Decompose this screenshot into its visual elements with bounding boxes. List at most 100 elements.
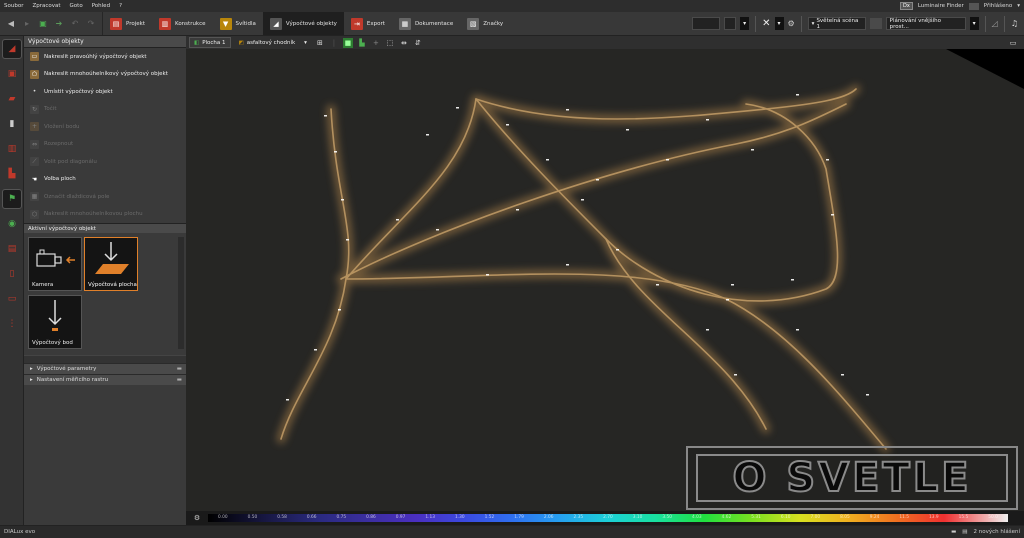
menu-help[interactable]: ?	[119, 3, 122, 9]
rect-icon: ▭	[30, 52, 39, 62]
save-icon[interactable]: ▣	[38, 19, 48, 29]
tile-calc-point-label: Výpočtový bod	[32, 340, 73, 346]
tab-documentation[interactable]: ▦ Dokumentace	[392, 12, 460, 35]
gear-icon[interactable]: ⚙	[788, 19, 795, 28]
surface-tab[interactable]: ◧ Plocha 1	[189, 37, 231, 48]
diagonal-icon: ⟋	[30, 157, 39, 167]
planning-mode-select[interactable]: Plánování vnějšího prost...	[885, 17, 966, 30]
chevron-down-icon[interactable]: ▾	[969, 17, 979, 30]
menu-file[interactable]: Soubor	[4, 3, 23, 9]
tile-calc-surface-label: Výpočtová plocha	[88, 282, 137, 288]
status-bar: DIALux evo ▬ ▤ 2 nových hlášení	[0, 525, 1024, 538]
plus-icon[interactable]: +	[371, 38, 381, 48]
left-icon-bar: ◢ ▣ ▰ ▮ ▥ ▙ ⚑ ◉ ▤ ▯ ▭ ⋮	[0, 36, 24, 525]
undo-icon[interactable]: ↶	[70, 19, 80, 29]
messages-icon[interactable]: ▤	[962, 529, 967, 535]
grid-icon[interactable]: ⊞	[315, 38, 325, 48]
cube-icon[interactable]: ▣	[3, 65, 21, 83]
tab-construction[interactable]: ▥ Konstrukce	[152, 12, 213, 35]
legend-tick: 0.86	[366, 515, 376, 520]
tab-project[interactable]: ▤ Projekt	[103, 12, 152, 35]
back-icon[interactable]: ◀	[6, 19, 16, 29]
menu-edit[interactable]: Zpracovat	[32, 3, 60, 9]
panel-title: Výpočtové objekty	[24, 36, 186, 48]
redo-icon[interactable]: ➔	[54, 19, 64, 29]
chevron-down-icon[interactable]: ▾	[1017, 3, 1020, 9]
surface-icon: ◧	[194, 39, 200, 46]
scene-color-swatch[interactable]	[869, 18, 882, 29]
tiles-scrollbar[interactable]	[178, 237, 184, 349]
distribute-h-icon[interactable]: ⇹	[399, 38, 409, 48]
tab-export[interactable]: ⇥ Export	[344, 12, 392, 35]
book-icon[interactable]: ▥	[3, 140, 21, 158]
tab-tags[interactable]: ▧ Značky	[460, 12, 510, 35]
zoom-field[interactable]	[692, 17, 721, 30]
section-measure-grid[interactable]: ▸ Nastavení měřicího rastru ▬	[24, 374, 186, 385]
small-field[interactable]	[724, 17, 737, 30]
place-calc-object[interactable]: • Umístit výpočtový objekt	[24, 83, 186, 101]
calc-surface-icon	[95, 242, 129, 274]
green-l-icon[interactable]: ▙	[357, 38, 367, 48]
login-link[interactable]: Přihlášeno	[984, 3, 1013, 9]
section-calc-params[interactable]: ▸ Výpočtové parametry ▬	[24, 363, 186, 374]
diagonal-item: ⟋ Volit pod diagonálu	[24, 153, 186, 171]
panel-icon[interactable]: ▯	[3, 265, 21, 283]
legend-tick: 1.13	[425, 515, 435, 520]
toolbar-right: ▾ ✕ ▾ ⚙ ▾ Světelná scéna 1 Plánování vněj…	[692, 12, 1024, 35]
select-surfaces[interactable]: ☚ Volba ploch	[24, 171, 186, 189]
card-icon[interactable]: ▬	[951, 529, 956, 535]
close-icon[interactable]: ✕	[762, 18, 770, 29]
draw-polygon-calc-object[interactable]: ⬠ Nakreslit mnohoúhelníkový výpočtový obj…	[24, 66, 186, 84]
draw-rect-calc-object[interactable]: ▭ Nakreslit pravoúhlý výpočtový objekt	[24, 48, 186, 66]
green-square-icon[interactable]: ■	[342, 37, 353, 48]
stairs-icon[interactable]: ▰	[3, 90, 21, 108]
lshape-icon[interactable]: ▙	[3, 165, 21, 183]
panel-items: ▭ Nakreslit pravoúhlý výpočtový objekt ⬠ N…	[24, 48, 186, 223]
bell-icon[interactable]: ♫	[1011, 19, 1018, 28]
ruler-icon[interactable]: ◿	[992, 19, 998, 28]
menu-goto[interactable]: Goto	[70, 3, 83, 9]
tile-calc-point[interactable]: Výpočtový bod	[28, 295, 82, 349]
legend-tick: 2.70	[603, 515, 613, 520]
legend-tick: 5.31	[751, 515, 761, 520]
expand-icon: ▸	[30, 376, 33, 383]
calc-surface-sidebar-icon[interactable]: ◢	[2, 39, 22, 59]
distribute-v-icon[interactable]: ⇵	[413, 38, 423, 48]
tile-calc-surface[interactable]: Výpočtová plocha	[84, 237, 138, 291]
frame-icon[interactable]: ▭	[3, 290, 21, 308]
divider	[1003, 15, 1005, 32]
legend-tick: 2.35	[573, 515, 584, 520]
maximize-icon[interactable]: ▭	[1008, 38, 1018, 48]
surface-material-select[interactable]: ◩ asfaltový chodník ▾	[235, 37, 311, 48]
active-calc-object-header: Aktivní výpočtový objekt	[24, 223, 186, 233]
cylinder-icon[interactable]: ▮	[3, 115, 21, 133]
calc-object-icon: ◢	[269, 17, 282, 30]
separator-box	[968, 2, 979, 10]
calc-object-tiles: Kamera Výpočtová plocha Výpočtový bod	[24, 233, 186, 355]
redo2-icon[interactable]: ↷	[86, 19, 96, 29]
menu-view[interactable]: Pohled	[92, 3, 110, 9]
tile-camera[interactable]: Kamera	[28, 237, 82, 291]
color-gradient: 0.00 0.50 0.58 0.66 0.75 0.86 0.97 1.13 1.30 1.52…	[208, 514, 1008, 522]
tab-luminaires[interactable]: ▼ Svítidla	[213, 12, 263, 35]
legend-tick: 0.00	[218, 515, 228, 520]
luminaire-finder-link[interactable]: Luminaire Finder	[918, 3, 964, 9]
person-icon[interactable]: ⚑	[2, 189, 22, 209]
document-icon[interactable]: ▤	[3, 240, 21, 258]
forward-icon[interactable]: ▸	[22, 19, 32, 29]
minimize-icon[interactable]: ▬	[177, 375, 182, 386]
chevron-down-icon[interactable]: ▾	[774, 17, 784, 30]
settings-icon[interactable]: ⚙	[186, 514, 208, 522]
tags-icon: ▧	[467, 17, 480, 30]
tab-calc-objects[interactable]: ◢ Výpočtové objekty	[262, 12, 344, 35]
selection-icon[interactable]: ⬚	[385, 38, 395, 48]
messages-count[interactable]: 2 nových hlášení	[973, 529, 1020, 535]
bars-icon[interactable]: ⋮	[3, 315, 21, 333]
minimize-icon[interactable]: ▬	[177, 364, 182, 375]
eye-icon[interactable]: ◉	[3, 215, 21, 233]
3d-viewport[interactable]: O SVETLE	[186, 49, 1024, 511]
dot-icon: •	[32, 88, 37, 96]
extend-item: ⇔ Rozepnout	[30, 139, 74, 149]
light-scene-select[interactable]: ▾ Světelná scéna 1	[807, 17, 866, 30]
chevron-down-icon[interactable]: ▾	[740, 17, 750, 30]
